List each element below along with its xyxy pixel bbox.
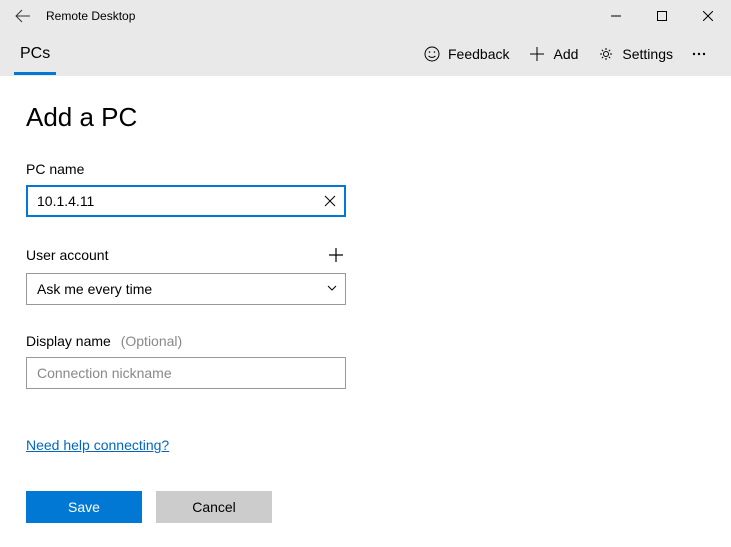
window-title: Remote Desktop [46, 9, 135, 23]
display-name-label: Display name [26, 333, 111, 349]
more-horizontal-icon [691, 46, 707, 62]
cancel-button[interactable]: Cancel [156, 491, 272, 523]
close-button[interactable] [685, 0, 731, 32]
toolbar: PCs Feedback Add Settings [0, 32, 731, 76]
back-button[interactable] [0, 0, 46, 32]
arrow-left-icon [15, 8, 31, 24]
more-button[interactable] [683, 40, 715, 68]
add-label: Add [553, 46, 578, 62]
feedback-button[interactable]: Feedback [414, 40, 519, 68]
gear-icon [598, 46, 614, 62]
user-account-label: User account [26, 247, 108, 263]
add-user-account-button[interactable] [326, 245, 346, 265]
minimize-icon [611, 11, 621, 21]
feedback-label: Feedback [448, 46, 509, 62]
add-button[interactable]: Add [519, 40, 588, 68]
x-icon [324, 195, 336, 207]
maximize-icon [657, 11, 667, 21]
tab-pcs[interactable]: PCs [14, 35, 56, 73]
field-display-name: Display name (Optional) [26, 333, 705, 389]
maximize-button[interactable] [639, 0, 685, 32]
button-row: Save Cancel [26, 491, 705, 523]
display-name-optional: (Optional) [121, 333, 182, 349]
field-user-account: User account Ask me every time [26, 245, 705, 305]
clear-pc-name-button[interactable] [320, 191, 340, 211]
user-account-select[interactable]: Ask me every time [26, 273, 346, 305]
titlebar: Remote Desktop [0, 0, 731, 32]
pc-name-label: PC name [26, 161, 84, 177]
plus-icon [328, 247, 344, 263]
close-icon [703, 11, 713, 21]
display-name-input[interactable] [26, 357, 346, 389]
save-button[interactable]: Save [26, 491, 142, 523]
pc-name-input[interactable] [26, 185, 346, 217]
settings-button[interactable]: Settings [588, 40, 683, 68]
help-link[interactable]: Need help connecting? [26, 437, 169, 453]
plus-icon [529, 46, 545, 62]
minimize-button[interactable] [593, 0, 639, 32]
settings-label: Settings [622, 46, 673, 62]
content: Add a PC PC name User account Ask [0, 76, 731, 543]
smiley-icon [424, 46, 440, 62]
page-title: Add a PC [26, 102, 705, 133]
field-pc-name: PC name [26, 161, 705, 217]
user-account-value: Ask me every time [37, 281, 152, 297]
window-controls [593, 0, 731, 32]
